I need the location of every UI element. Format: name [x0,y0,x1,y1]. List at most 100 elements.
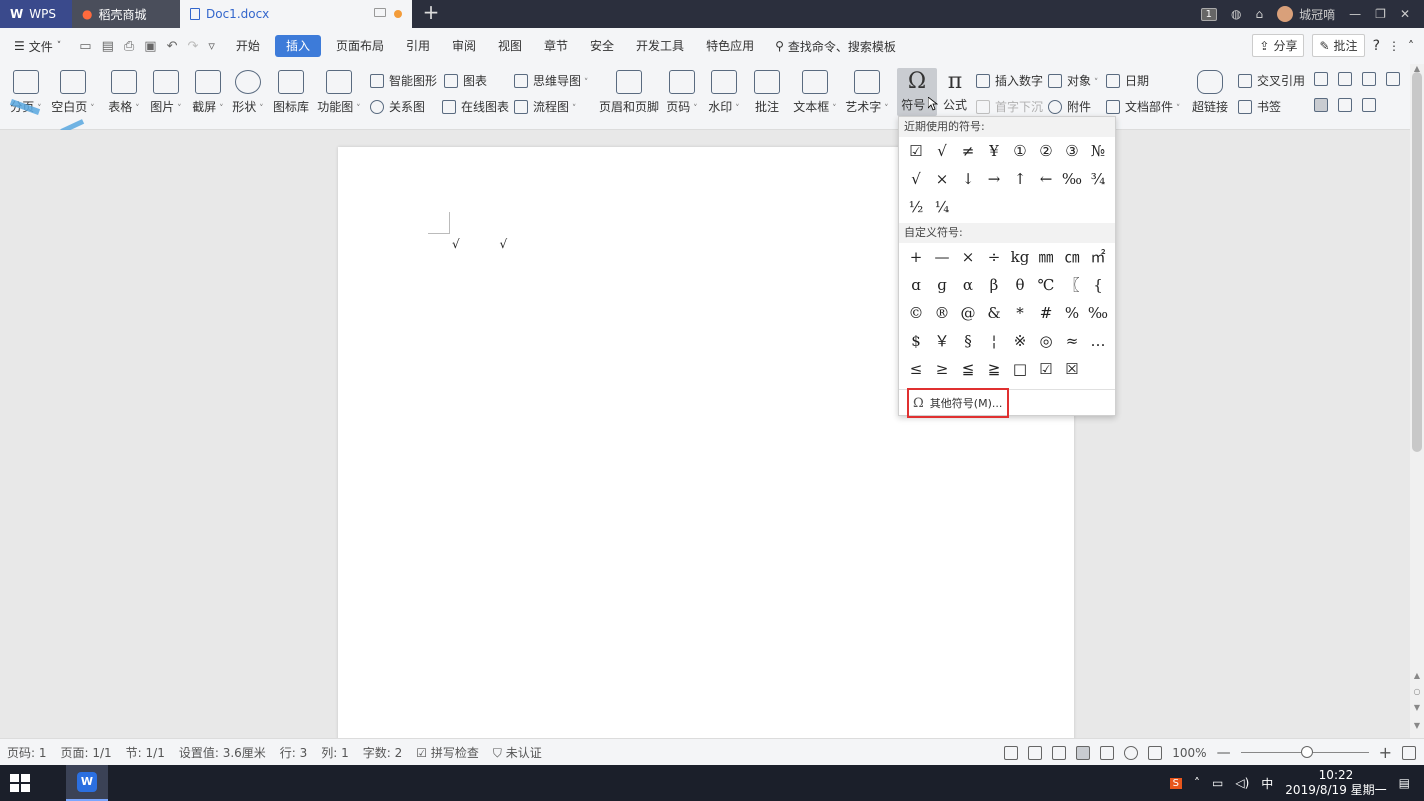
help-icon[interactable]: ? [1373,38,1380,54]
zoom-out-icon[interactable]: — [1217,745,1231,761]
scroll-thumb[interactable] [1412,72,1422,452]
smart-shape-button[interactable]: 智能图形 [370,72,437,89]
custom-symbol[interactable]: — [929,243,955,271]
custom-symbol[interactable]: ® [929,299,955,327]
command-search[interactable]: ⚲ 查找命令、搜索模板 [765,38,906,55]
tab-wps-home[interactable]: W WPS [0,0,72,28]
page-break-button[interactable]: 分页 [8,64,44,115]
recent-symbol[interactable]: ¼ [929,193,955,221]
blank-page-button[interactable]: 空白页 [50,64,96,115]
recent-symbol[interactable]: ② [1033,137,1059,165]
custom-symbol[interactable]: 〖 [1059,271,1085,299]
zoom-in-icon[interactable]: + [1379,743,1392,762]
zoom-level[interactable]: 100% [1172,746,1206,760]
recent-symbol[interactable]: ¥ [981,137,1007,165]
menu-view[interactable]: 视图 [487,35,533,57]
menu-features[interactable]: 特色应用 [695,35,765,57]
header-footer-button[interactable]: 页眉和页脚 [599,64,659,115]
custom-symbol[interactable]: © [903,299,929,327]
relation-chart-button[interactable]: 关系图 [370,98,425,115]
menu-review[interactable]: 审阅 [441,35,487,57]
shirt-icon[interactable]: ⌂ [1256,7,1264,21]
screenshot-button[interactable]: 截屏 [190,64,226,115]
undo-icon[interactable]: ↶ [167,39,178,54]
custom-symbol[interactable]: θ [1007,271,1033,299]
spell-check-button[interactable]: ☑ 拼写检查 [409,744,486,761]
outline-view-icon[interactable] [1100,745,1115,760]
recent-symbol[interactable]: ③ [1059,137,1085,165]
custom-symbol[interactable]: & [981,299,1007,327]
status-page[interactable]: 页面: 1/1 [54,744,119,761]
custom-symbol[interactable]: ㎡ [1085,243,1111,271]
menu-insert[interactable]: 插入 [274,35,321,57]
export-pdf-icon[interactable]: ▤ [102,39,114,54]
image-control-icon[interactable] [1386,72,1400,86]
document-text[interactable]: √ √ [452,237,525,251]
table-button[interactable]: 表格 [104,64,144,115]
function-chart-button[interactable]: 功能图 [316,64,362,115]
prev-page-icon[interactable]: ▲ [1410,671,1424,680]
new-tab-button[interactable]: + [420,2,442,24]
menu-chapter[interactable]: 章节 [533,35,579,57]
recent-symbol[interactable]: ☑ [903,137,929,165]
tab-docer-store[interactable]: ● 稻壳商城 [72,0,180,28]
customize-icon[interactable]: ▿ [208,39,215,54]
custom-symbol[interactable]: + [903,243,929,271]
custom-symbol[interactable]: ￥ [929,327,955,355]
menu-references[interactable]: 引用 [395,35,441,57]
eye-protection-icon[interactable] [1148,745,1163,760]
recent-symbol[interactable]: → [981,165,1007,193]
volume-icon[interactable]: ◁) [1235,776,1249,790]
skin-icon[interactable]: ◍ [1231,7,1241,21]
reading-mode-icon[interactable] [1028,745,1043,760]
custom-symbol[interactable]: ※ [1007,327,1033,355]
custom-symbol[interactable]: ☑ [1033,355,1059,383]
recent-symbol[interactable]: ¾ [1085,165,1111,193]
collapse-ribbon-icon[interactable]: ˄ [1408,39,1414,53]
monitor-icon[interactable] [374,8,386,17]
picture-button[interactable]: 图片 [148,64,184,115]
hyperlink-button[interactable]: 超链接 [1190,64,1230,115]
comment-button[interactable]: ✎ 批注 [1312,34,1365,57]
recent-symbol[interactable]: № [1085,137,1111,165]
text-field-icon[interactable] [1314,72,1328,86]
save-icon[interactable]: ▭ [79,39,91,54]
menu-developer[interactable]: 开发工具 [625,35,695,57]
recent-symbol[interactable]: ↓ [955,165,981,193]
custom-symbol[interactable]: ◎ [1033,327,1059,355]
custom-symbol[interactable]: ¦ [981,327,1007,355]
textbox-button[interactable]: 文本框 [792,64,838,115]
recent-symbol[interactable]: √ [903,165,929,193]
watermark-button[interactable]: 水印 [706,64,742,115]
tab-document[interactable]: Doc1.docx [180,0,412,28]
status-words[interactable]: 字数: 2 [356,744,410,761]
page-view-icon[interactable] [1076,745,1091,760]
flowchart-button[interactable]: 流程图 [514,98,576,115]
print-icon[interactable]: ⎙ [124,39,134,54]
custom-symbol[interactable]: ‰ [1085,299,1111,327]
custom-symbol[interactable]: ɡ [929,271,955,299]
recent-symbol[interactable]: ≠ [955,137,981,165]
custom-symbol[interactable]: @ [955,299,981,327]
recent-symbol[interactable]: ← [1033,165,1059,193]
custom-symbol[interactable]: ÷ [981,243,1007,271]
page-number-button[interactable]: 页码 [664,64,700,115]
menu-page-layout[interactable]: 页面布局 [325,35,395,57]
fullscreen-icon[interactable] [1004,745,1019,760]
custom-symbol[interactable]: ㎜ [1033,243,1059,271]
more-symbols-button[interactable]: Ω 其他符号(M)... [907,388,1009,418]
vertical-scrollbar[interactable]: ▲ ▲ ○ ▼ ▼ [1410,64,1424,738]
custom-symbol[interactable]: § [955,327,981,355]
file-menu[interactable]: ☰ 文件 ˅ [0,38,69,55]
custom-symbol[interactable]: … [1085,327,1111,355]
select-browse-icon[interactable]: ○ [1410,687,1424,696]
menu-security[interactable]: 安全 [579,35,625,57]
view-code-icon[interactable] [1362,98,1376,112]
custom-symbol[interactable]: ɑ [903,271,929,299]
recent-symbol[interactable]: √ [929,137,955,165]
certification-button[interactable]: ⛉ 未认证 [486,744,549,761]
custom-symbol[interactable]: β [981,271,1007,299]
custom-symbol[interactable]: $ [903,327,929,355]
taskbar-wps-app[interactable]: W [66,765,108,801]
mindmap-button[interactable]: 思维导图 [514,72,588,89]
